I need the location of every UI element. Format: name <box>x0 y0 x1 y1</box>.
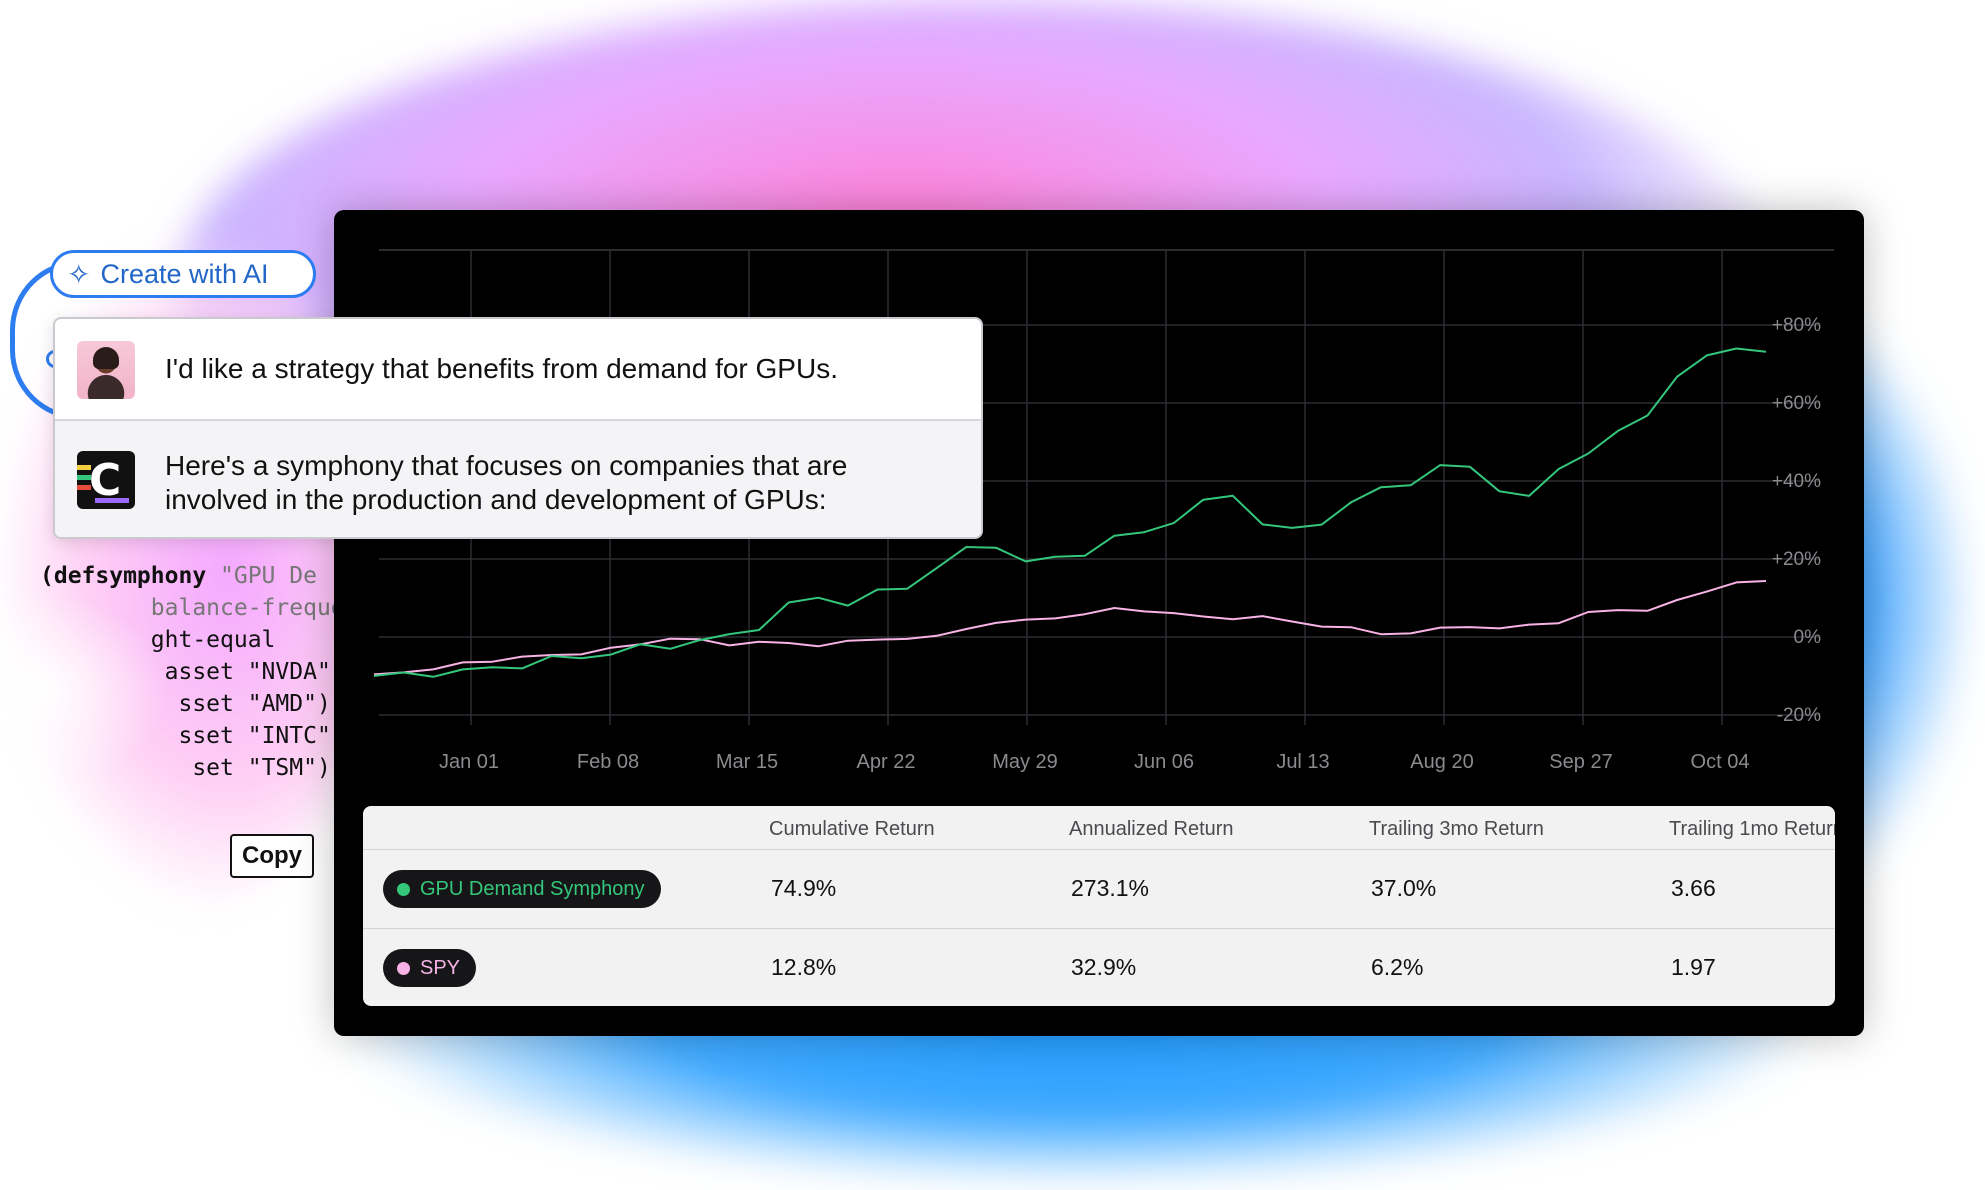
series-name: SPY <box>420 956 461 979</box>
chat-card: I'd like a strategy that benefits from d… <box>53 317 983 539</box>
user-avatar <box>77 341 135 399</box>
series-dot-icon <box>397 882 410 896</box>
x-tick-label: Jul 13 <box>1276 751 1329 773</box>
sparkle-icon: ✧ <box>67 258 91 290</box>
x-tick-label: Sep 27 <box>1549 751 1612 773</box>
assistant-message-line-2: involved in the production and developme… <box>165 484 827 515</box>
annualized-return-value: 273.1% <box>1071 875 1150 901</box>
x-tick-label: Apr 22 <box>857 751 916 773</box>
cumulative-return-value: 74.9% <box>771 875 837 901</box>
trailing-3mo-value: 37.0% <box>1371 875 1437 901</box>
trailing-1mo-value: 3.66 <box>1671 875 1716 901</box>
table-row[interactable]: GPU Demand Symphony 74.9% 273.1% 37.0% 3… <box>363 850 1835 929</box>
code-fade-overlay <box>0 590 170 790</box>
logo-underline <box>95 498 129 503</box>
trailing-1mo-value: 1.97 <box>1671 954 1716 980</box>
copy-button[interactable]: Copy <box>230 834 314 878</box>
series-badge-gpu[interactable]: GPU Demand Symphony <box>383 870 661 908</box>
cumulative-return-value: 12.8% <box>771 954 837 980</box>
series-badge-spy[interactable]: SPY <box>383 949 477 987</box>
header-cumulative-return: Cumulative Return <box>769 818 935 840</box>
returns-table: Cumulative Return Annualized Return Trai… <box>363 806 1835 1006</box>
series-name: GPU Demand Symphony <box>420 877 645 900</box>
header-trailing-3mo-return: Trailing 3mo Return <box>1369 818 1544 840</box>
assistant-message: C Here's a symphony that focuses on comp… <box>55 421 981 537</box>
code-line-4-text: asset "NVDA") <box>164 659 345 685</box>
trailing-3mo-value: 6.2% <box>1371 954 1424 980</box>
y-tick-label: +60% <box>1772 393 1821 414</box>
x-tick-label: Jan 01 <box>439 751 499 773</box>
series-line-spy <box>373 580 1767 676</box>
assistant-message-line-1: Here's a symphony that focuses on compan… <box>165 450 848 481</box>
x-tick-label: Feb 08 <box>577 751 639 773</box>
x-tick-label: Aug 20 <box>1410 751 1473 773</box>
table-row[interactable]: SPY 12.8% 32.9% 6.2% 1.97 <box>363 929 1835 1006</box>
code-line-7-text: set "TSM") <box>192 755 331 781</box>
code-line-6-text: sset "INTC") <box>178 723 345 749</box>
y-tick-label: 0% <box>1794 627 1822 648</box>
create-with-ai-label: Create with AI <box>100 258 269 289</box>
assistant-message-text: Here's a symphony that focuses on compan… <box>165 449 847 517</box>
y-tick-label: +80% <box>1772 315 1821 336</box>
y-tick-label: +20% <box>1772 549 1821 570</box>
y-tick-label: +40% <box>1772 471 1821 492</box>
composer-logo-icon: C <box>77 451 135 509</box>
x-tick-label: May 29 <box>992 751 1058 773</box>
x-tick-label: Oct 04 <box>1691 751 1750 773</box>
code-line-5-text: sset "AMD") <box>178 691 331 717</box>
code-string: "GPU De <box>206 563 317 589</box>
user-message: I'd like a strategy that benefits from d… <box>55 319 981 421</box>
code-line-1: (defsymphony "GPU De <box>40 563 317 589</box>
series-dot-icon <box>397 961 410 975</box>
x-tick-label: Mar 15 <box>716 751 778 773</box>
table-header: Cumulative Return Annualized Return Trai… <box>363 806 1835 850</box>
user-message-text: I'd like a strategy that benefits from d… <box>165 353 838 384</box>
y-tick-label: -20% <box>1777 705 1821 726</box>
header-annualized-return: Annualized Return <box>1069 818 1234 840</box>
code-line-2-text: balance-freque <box>150 595 345 621</box>
x-tick-label: Jun 06 <box>1134 751 1194 773</box>
create-with-ai-button[interactable]: ✧ Create with AI <box>50 250 316 298</box>
annualized-return-value: 32.9% <box>1071 954 1137 980</box>
header-trailing-1mo-return: Trailing 1mo Return <box>1669 818 1835 840</box>
code-keyword: (defsymphony <box>40 563 207 589</box>
